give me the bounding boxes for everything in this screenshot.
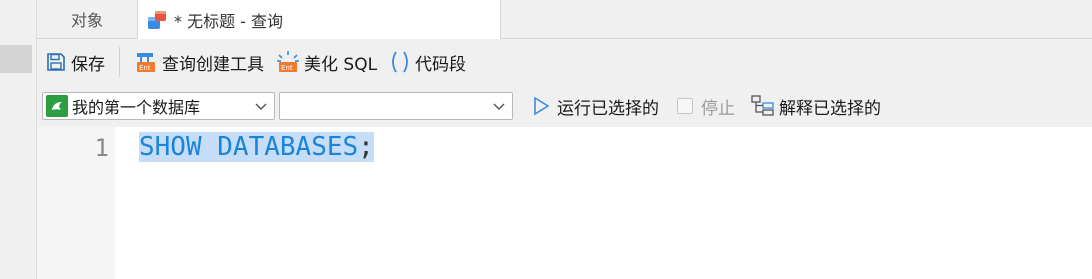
line-number: 1	[94, 134, 109, 162]
query-builder-button[interactable]: Ent 查询创建工具	[128, 45, 270, 79]
left-panel-strip	[0, 0, 37, 279]
statement-terminator: ;	[358, 132, 374, 162]
toolbar: 保存 Ent 查询创建工具 Ent 美化 SQL 代码段	[37, 39, 1092, 85]
schema-select[interactable]	[279, 92, 513, 120]
explain-selected-label: 解释已选择的	[779, 98, 881, 119]
stop-button[interactable]: 停止	[673, 91, 739, 121]
tab-objects[interactable]: 对象	[37, 0, 137, 38]
query-builder-label: 查询创建工具	[162, 54, 264, 75]
parentheses-icon	[392, 51, 408, 73]
save-button[interactable]: 保存	[39, 45, 111, 79]
database-icon	[46, 95, 68, 117]
query-window: 对象 * 无标题 - 查询 保存 Ent 查询创建工具 Ent 美化 SQL 代…	[0, 0, 1092, 279]
line-number-gutter: 1	[37, 127, 115, 279]
tab-untitled-query[interactable]: * 无标题 - 查询	[137, 0, 501, 39]
tab-bar: 对象 * 无标题 - 查询	[37, 0, 1092, 39]
code-snippet-label: 代码段	[415, 54, 467, 75]
run-selected-button[interactable]: 运行已选择的	[527, 91, 663, 121]
code-line[interactable]: SHOW DATABASES;	[139, 129, 374, 165]
svg-text:Ent: Ent	[139, 64, 151, 72]
stop-icon	[677, 98, 693, 114]
query-tab-icon	[148, 10, 166, 29]
explain-tree-icon	[751, 95, 774, 116]
toolbar-divider	[119, 47, 120, 77]
chevron-down-icon	[493, 103, 505, 110]
database-select[interactable]: 我的第一个数据库	[42, 92, 275, 120]
save-icon	[47, 53, 65, 71]
code-snippet-button[interactable]: 代码段	[383, 45, 472, 79]
explain-selected-button[interactable]: 解释已选择的	[747, 91, 885, 121]
svg-text:Ent: Ent	[281, 64, 293, 72]
tab-query-label: * 无标题 - 查询	[174, 11, 284, 31]
tab-objects-label: 对象	[70, 11, 103, 30]
connection-bar: 我的第一个数据库 运行已选择的 停止 解释已选择的	[37, 86, 1092, 126]
beautify-sparkle-icon: Ent	[277, 51, 299, 72]
database-select-value: 我的第一个数据库	[72, 98, 201, 117]
sql-keyword-show: SHOW	[139, 132, 202, 162]
beautify-sql-label: 美化 SQL	[304, 54, 378, 75]
run-selected-label: 运行已选择的	[557, 98, 659, 119]
chevron-down-icon	[255, 103, 267, 110]
sql-editor[interactable]: 1 SHOW DATABASES;	[37, 127, 1092, 279]
play-icon	[534, 96, 550, 116]
query-builder-icon: Ent	[137, 53, 155, 72]
save-label: 保存	[71, 54, 105, 75]
panel-marker[interactable]	[0, 45, 32, 73]
beautify-sql-button[interactable]: Ent 美化 SQL	[270, 45, 383, 79]
selected-text: SHOW DATABASES;	[139, 132, 374, 162]
sql-keyword-databases: DATABASES	[217, 132, 359, 162]
stop-label: 停止	[701, 98, 735, 119]
